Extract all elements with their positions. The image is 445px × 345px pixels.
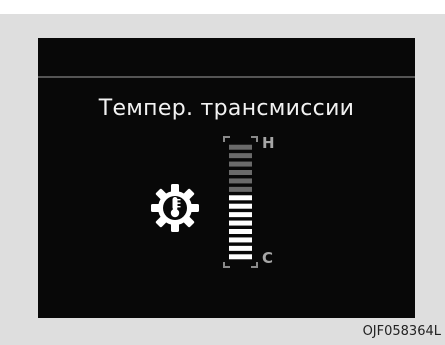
transmission-temperature-icon bbox=[151, 184, 199, 232]
gauge-segment bbox=[229, 186, 252, 192]
gauge-segment bbox=[229, 161, 252, 167]
hot-label: H bbox=[262, 134, 275, 152]
display-title: Темпер. трансмиссии bbox=[98, 96, 355, 121]
gauge-segment bbox=[229, 178, 252, 184]
gauge-segment bbox=[229, 237, 252, 243]
top-strip bbox=[0, 0, 445, 14]
gauge-segment bbox=[229, 203, 252, 209]
gauge-segment bbox=[229, 254, 252, 260]
gauge-segment bbox=[229, 212, 252, 218]
gauge-segment bbox=[229, 153, 252, 159]
gauge-segment bbox=[229, 195, 252, 201]
figure-code: OJF058364L bbox=[362, 324, 441, 339]
cluster-display: Темпер. трансмиссии H C bbox=[38, 38, 415, 318]
header-divider bbox=[38, 76, 415, 78]
gauge-segment bbox=[229, 229, 252, 234]
cold-label: C bbox=[262, 249, 274, 267]
gauge-segment bbox=[229, 144, 252, 150]
gauge-segment bbox=[229, 220, 252, 226]
gauge-segment bbox=[229, 245, 252, 251]
gauge-segment bbox=[229, 170, 252, 175]
